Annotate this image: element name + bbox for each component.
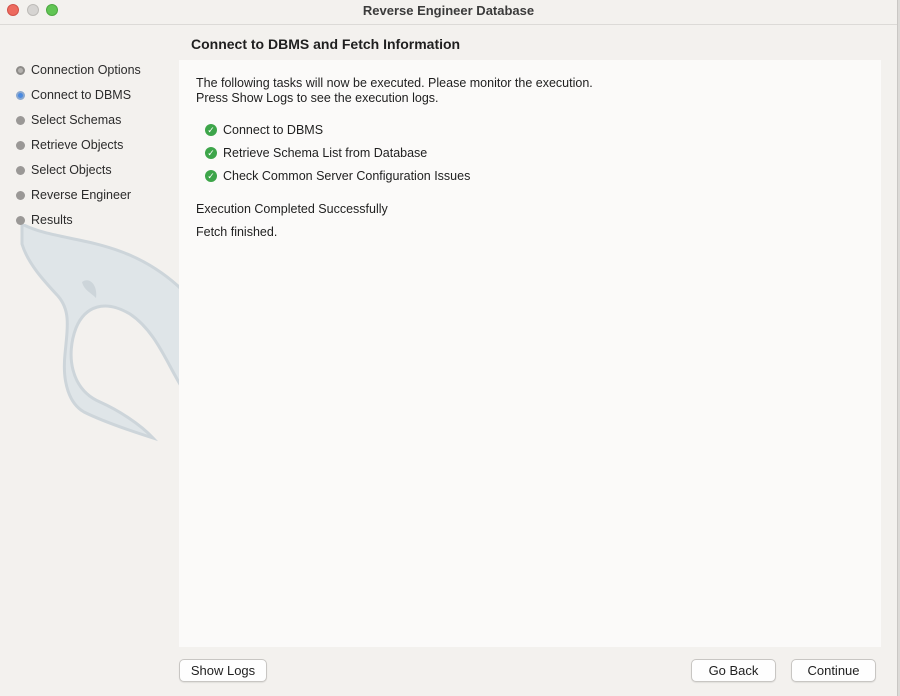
intro-text: The following tasks will now be executed… [196, 76, 593, 106]
step-connection-options: Connection Options [16, 61, 141, 79]
step-pending-indicator [16, 215, 25, 225]
wizard-steps-sidebar: Connection Options Connect to DBMS Selec… [0, 24, 313, 696]
step-label: Retrieve Objects [31, 138, 124, 152]
check-circle-icon: ✓ [205, 170, 217, 182]
wizard-window: Reverse Engineer Database Connection Opt… [0, 0, 898, 696]
task-label: Connect to DBMS [223, 123, 324, 137]
execution-status: Execution Completed Successfully [196, 202, 388, 216]
go-back-button[interactable]: Go Back [691, 659, 776, 682]
task-item: ✓ Connect to DBMS [205, 121, 323, 139]
check-circle-icon: ✓ [205, 124, 217, 136]
step-select-schemas: Select Schemas [16, 111, 121, 129]
show-logs-button[interactable]: Show Logs [179, 659, 267, 682]
step-pending-indicator [16, 140, 25, 150]
step-reverse-engineer: Reverse Engineer [16, 186, 131, 204]
intro-line: The following tasks will now be executed… [196, 76, 593, 90]
step-connect-to-dbms: Connect to DBMS [16, 86, 131, 104]
task-item: ✓ Check Common Server Configuration Issu… [205, 167, 470, 185]
continue-button[interactable]: Continue [791, 659, 876, 682]
task-label: Retrieve Schema List from Database [223, 146, 428, 160]
step-retrieve-objects: Retrieve Objects [16, 136, 123, 154]
step-done-indicator [16, 65, 25, 75]
task-label: Check Common Server Configuration Issues [223, 169, 471, 183]
fetch-message: Fetch finished. [196, 225, 278, 239]
step-label: Results [31, 213, 73, 227]
step-pending-indicator [16, 190, 25, 200]
step-label: Reverse Engineer [31, 188, 132, 202]
task-panel: The following tasks will now be executed… [179, 60, 881, 647]
step-pending-indicator [16, 115, 25, 125]
step-pending-indicator [16, 165, 25, 175]
step-label: Select Schemas [31, 113, 122, 127]
page-title: Connect to DBMS and Fetch Information [191, 36, 461, 52]
step-label: Select Objects [31, 163, 112, 177]
step-current-indicator [16, 90, 25, 100]
intro-line: Press Show Logs to see the execution log… [196, 91, 439, 105]
step-results: Results [16, 211, 73, 229]
step-label: Connect to DBMS [31, 88, 132, 102]
window-title: Reverse Engineer Database [362, 3, 535, 18]
title-bar: Reverse Engineer Database [0, 0, 897, 25]
check-circle-icon: ✓ [205, 147, 217, 159]
step-label: Connection Options [31, 63, 141, 77]
step-select-objects: Select Objects [16, 161, 112, 179]
task-item: ✓ Retrieve Schema List from Database [205, 144, 427, 162]
